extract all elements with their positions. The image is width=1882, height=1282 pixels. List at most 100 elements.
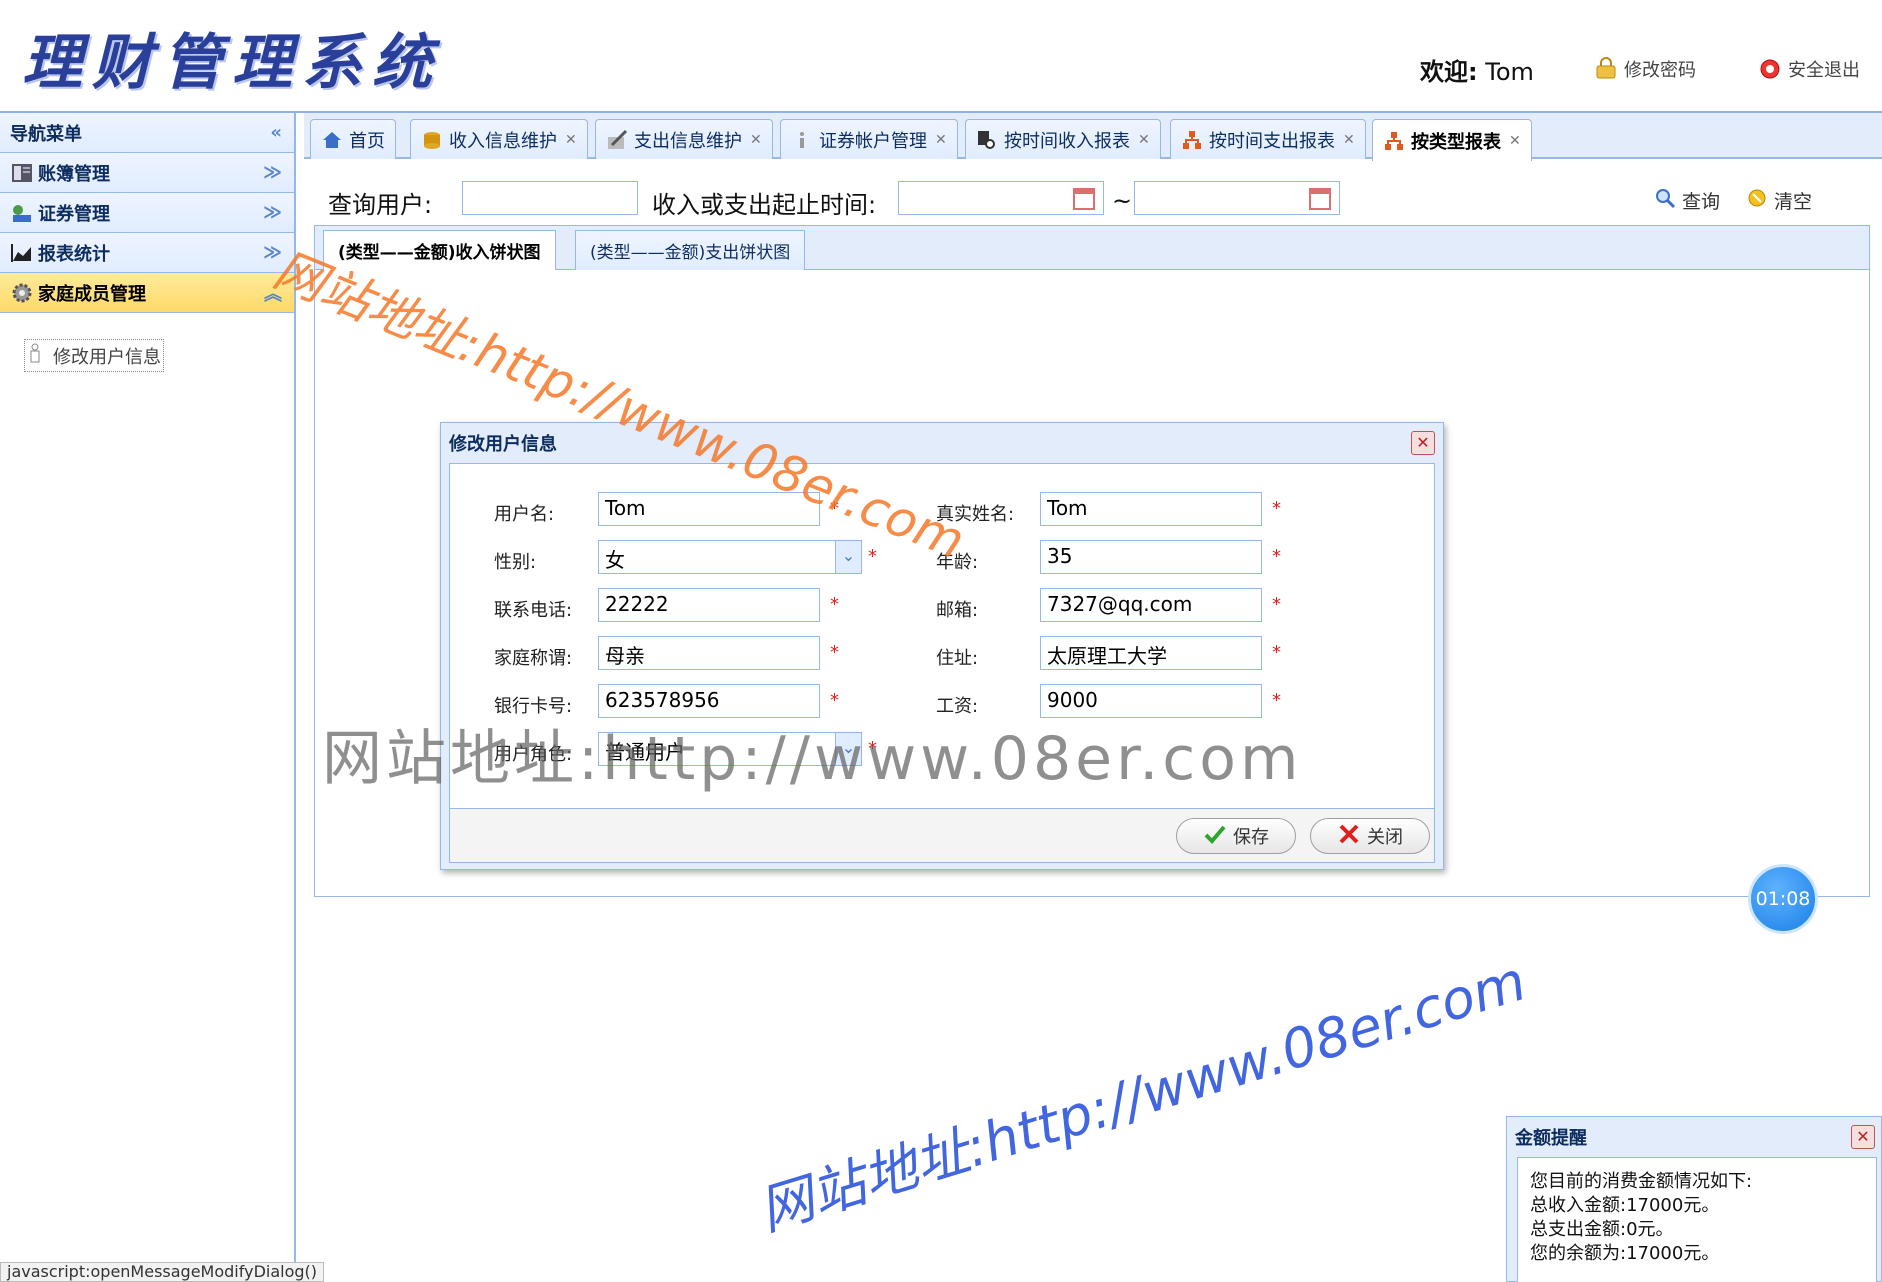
tab-label: 支出信息维护: [634, 130, 742, 152]
reminder-body: 您目前的消费金额情况如下: 总收入金额:17000元。 总支出金额:0元。 您的…: [1517, 1157, 1877, 1282]
modify-user-dialog: 修改用户信息 ✕ 用户名: Tom * 真实姓名: Tom * 性别: 女 ⌄ …: [440, 422, 1444, 870]
logout-link[interactable]: 安全退出: [1758, 56, 1860, 82]
tab-expense-by-time[interactable]: 按时间支出报表 ✕: [1170, 119, 1366, 159]
chart-icon: [10, 242, 34, 264]
nav-item-label: 报表统计: [38, 243, 110, 265]
close-icon[interactable]: ✕: [935, 132, 947, 148]
email-field[interactable]: 7327@qq.com: [1040, 588, 1262, 622]
ledger-icon: [10, 162, 34, 184]
app-header: 理财管理系统 欢迎: Tom 修改密码 安全退出: [0, 0, 1882, 113]
change-password-link[interactable]: 修改密码: [1594, 56, 1696, 82]
info-icon: [791, 129, 813, 151]
edit-icon: [606, 129, 628, 151]
range-tilde: ~: [1112, 187, 1133, 215]
gender-value: 女: [605, 548, 625, 572]
navigation-panel: 导航菜单 « 账簿管理 ≫ 证券管理 ≫ 报表统计 ≫ 家庭成员管理 ︽ 修改用…: [0, 113, 296, 1282]
start-date-input[interactable]: [898, 181, 1104, 215]
close-icon[interactable]: ✕: [1343, 132, 1355, 148]
close-icon[interactable]: ✕: [565, 132, 577, 148]
salary-label: 工资:: [936, 696, 979, 717]
cross-icon: [1337, 823, 1361, 850]
timer-badge[interactable]: 01:08: [1748, 864, 1818, 934]
save-button[interactable]: 保存: [1176, 818, 1296, 854]
chevron-down-icon[interactable]: ⌄: [835, 733, 861, 765]
bankcard-label: 银行卡号:: [494, 696, 573, 717]
gender-select[interactable]: 女 ⌄: [598, 540, 862, 574]
phone-field[interactable]: 22222: [598, 588, 820, 622]
username-field[interactable]: Tom: [598, 492, 820, 526]
close-icon[interactable]: ✕: [1509, 133, 1521, 149]
time-range-label: 收入或支出起止时间:: [652, 191, 877, 219]
end-date-input[interactable]: [1134, 181, 1340, 215]
coins-icon: [421, 129, 443, 151]
welcome-label: 欢迎:: [1420, 58, 1478, 86]
search-button[interactable]: 查询: [1654, 187, 1720, 214]
salary-field[interactable]: 9000: [1040, 684, 1262, 718]
required-mark: *: [830, 594, 839, 615]
logout-label: 安全退出: [1788, 60, 1860, 81]
calendar-icon[interactable]: [1073, 188, 1095, 210]
required-mark: *: [1272, 594, 1281, 615]
org-chart-icon: [1181, 129, 1203, 151]
search-label: 查询: [1682, 191, 1721, 213]
address-field[interactable]: 太原理工大学: [1040, 636, 1262, 670]
tab-report-by-type[interactable]: 按类型报表 ✕: [1372, 119, 1532, 161]
reminder-title: 金额提醒: [1515, 1128, 1587, 1149]
tab-home[interactable]: 首页: [310, 119, 396, 159]
role-select[interactable]: 普通用户 ⌄: [598, 732, 862, 766]
clear-button[interactable]: 清空: [1746, 187, 1812, 214]
tab-label: 首页: [349, 130, 385, 152]
welcome-text: 欢迎: Tom: [1420, 52, 1534, 87]
realname-label: 真实姓名:: [936, 504, 1015, 525]
relation-label: 家庭称谓:: [494, 648, 573, 669]
tab-expense-maintenance[interactable]: 支出信息维护 ✕: [595, 119, 773, 159]
reminder-close-icon[interactable]: ✕: [1851, 1125, 1875, 1149]
bankcard-field[interactable]: 623578956: [598, 684, 820, 718]
tab-income-pie[interactable]: (类型——金额)收入饼状图: [323, 230, 556, 270]
nav-header: 导航菜单 «: [0, 113, 294, 153]
required-mark: *: [1272, 690, 1281, 711]
nav-item-label: 证券管理: [38, 203, 110, 225]
calendar-icon[interactable]: [1309, 188, 1331, 210]
dialog-close-icon[interactable]: ✕: [1411, 431, 1435, 455]
address-label: 住址:: [936, 648, 979, 669]
tab-income-maintenance[interactable]: 收入信息维护 ✕: [410, 119, 588, 159]
expand-down-icon: ≫: [263, 202, 282, 223]
amount-reminder-panel: 金额提醒 ✕ 您目前的消费金额情况如下: 总收入金额:17000元。 总支出金额…: [1506, 1116, 1882, 1282]
nav-item-securities[interactable]: 证券管理 ≫: [0, 193, 294, 233]
tab-label: 按类型报表: [1411, 131, 1501, 153]
close-icon[interactable]: ✕: [750, 132, 762, 148]
age-field[interactable]: 35: [1040, 540, 1262, 574]
required-mark: *: [1272, 498, 1281, 519]
dialog-footer: 保存 关闭: [449, 809, 1435, 863]
expand-down-icon: ≫: [263, 162, 282, 183]
tab-securities-account[interactable]: 证券帐户管理 ✕: [780, 119, 958, 159]
key-icon: [1594, 57, 1618, 81]
nav-item-family[interactable]: 家庭成员管理 ︽: [0, 273, 294, 313]
nav-item-ledger[interactable]: 账簿管理 ≫: [0, 153, 294, 193]
home-icon: [321, 129, 343, 151]
user-edit-icon: [27, 342, 43, 369]
relation-field[interactable]: 母亲: [598, 636, 820, 670]
nav-item-reports[interactable]: 报表统计 ≫: [0, 233, 294, 273]
phone-label: 联系电话:: [494, 600, 573, 621]
query-user-input[interactable]: [462, 181, 638, 215]
close-button[interactable]: 关闭: [1310, 818, 1430, 854]
tab-income-by-time[interactable]: 按时间收入报表 ✕: [965, 119, 1161, 159]
tab-label: 收入信息维护: [449, 130, 557, 152]
tab-expense-pie[interactable]: (类型——金额)支出饼状图: [575, 230, 806, 270]
clear-label: 清空: [1774, 191, 1813, 213]
sidebar-item-modify-user[interactable]: 修改用户信息: [24, 339, 164, 372]
expand-down-icon: ≫: [263, 242, 282, 263]
sidebar-item-label: 修改用户信息: [53, 346, 161, 368]
dialog-form: 用户名: Tom * 真实姓名: Tom * 性别: 女 ⌄ * 年龄: 35 …: [449, 463, 1435, 809]
tab-label: 按时间收入报表: [1004, 130, 1130, 152]
close-label: 关闭: [1367, 827, 1403, 848]
collapse-left-icon[interactable]: «: [270, 122, 282, 143]
nav-item-label: 家庭成员管理: [38, 283, 146, 305]
required-mark: *: [1272, 642, 1281, 663]
realname-field[interactable]: Tom: [1040, 492, 1262, 526]
username-label: 用户名:: [494, 504, 555, 525]
close-icon[interactable]: ✕: [1138, 132, 1150, 148]
chevron-down-icon[interactable]: ⌄: [835, 541, 861, 573]
